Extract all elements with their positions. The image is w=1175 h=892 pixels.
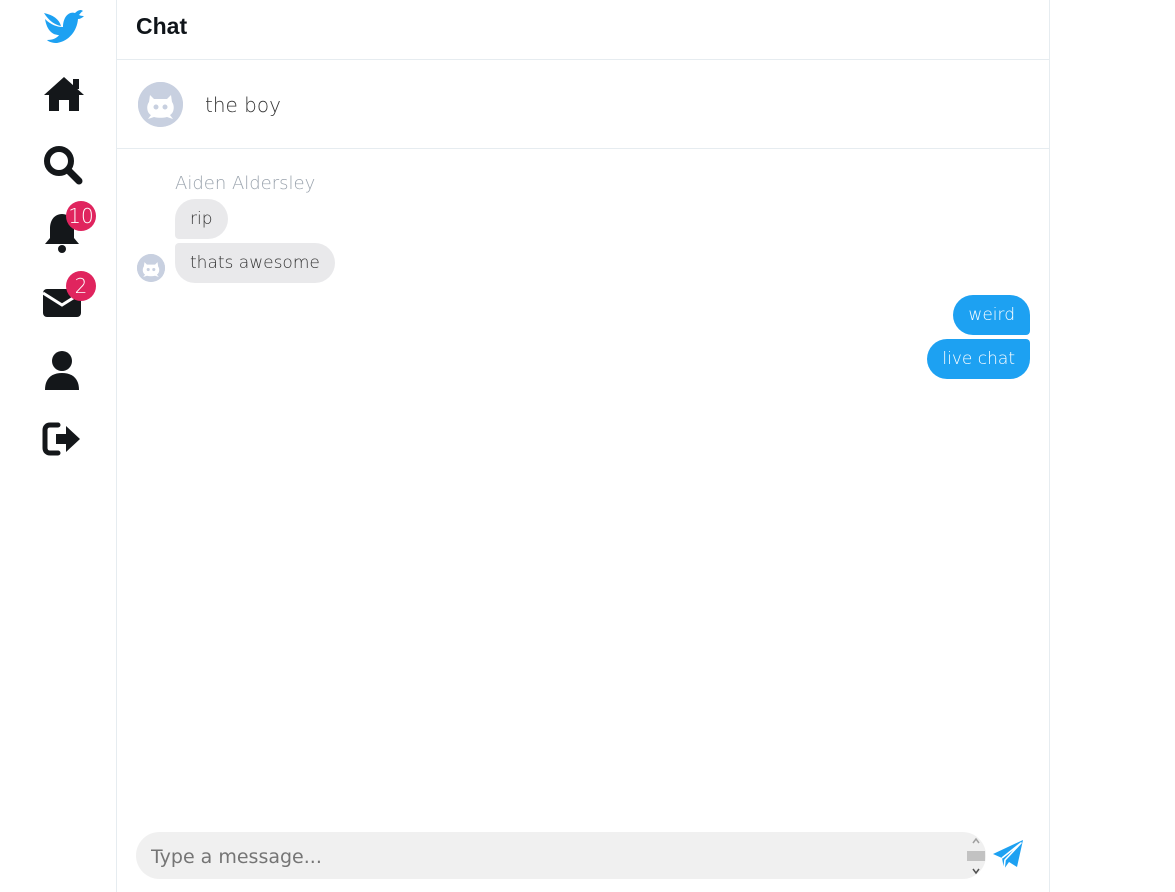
paper-plane-icon: [993, 840, 1023, 870]
outgoing-message: weird: [953, 295, 1030, 335]
message-input-wrapper: [136, 832, 986, 879]
chat-header[interactable]: the boy: [117, 60, 1049, 149]
robot-avatar-icon: [138, 82, 183, 127]
message-input[interactable]: [151, 832, 951, 879]
logout-icon: [42, 422, 80, 456]
chat-panel: Chat the boy Aiden Aldersley rip thats a…: [116, 0, 1050, 892]
nav-profile[interactable]: [42, 350, 84, 392]
sidebar: 10 2: [0, 0, 117, 892]
nav-messages[interactable]: 2: [42, 271, 96, 329]
home-icon: [44, 77, 84, 111]
search-icon: [44, 146, 83, 185]
messages-badge: 2: [66, 271, 96, 301]
title-bar: Chat: [117, 0, 1049, 60]
page-title: Chat: [136, 13, 188, 39]
input-scrollbar[interactable]: [967, 834, 985, 878]
send-button[interactable]: [991, 838, 1025, 872]
nav-search[interactable]: [42, 144, 84, 186]
incoming-message: thats awesome: [175, 243, 335, 283]
sender-name: Aiden Aldersley: [175, 173, 316, 194]
incoming-message: rip: [175, 199, 228, 239]
chat-avatar: [138, 82, 183, 127]
notifications-badge: 10: [66, 201, 96, 231]
nav-logout[interactable]: [42, 421, 84, 463]
nav-logo[interactable]: [41, 7, 84, 49]
user-icon: [45, 351, 79, 390]
sender-avatar: [137, 254, 165, 282]
composer: [136, 832, 986, 879]
robot-avatar-icon: [137, 254, 165, 282]
message-list: Aiden Aldersley rip thats awesome weird …: [117, 149, 1049, 819]
outgoing-message: live chat: [927, 339, 1030, 379]
bird-logo-icon: [44, 9, 84, 44]
chat-name: the boy: [205, 93, 281, 117]
nav-notifications[interactable]: 10: [42, 201, 96, 254]
nav-home[interactable]: [42, 75, 84, 117]
